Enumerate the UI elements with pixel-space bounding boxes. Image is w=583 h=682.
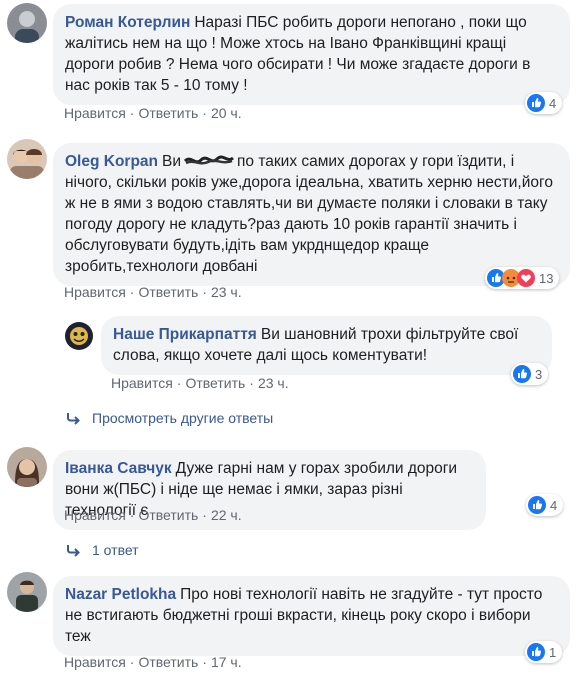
like-icon xyxy=(513,365,531,383)
comment-author[interactable]: Nazar Petlokha xyxy=(65,586,176,603)
comment-actions: Нравится · Ответить · 17 ч. xyxy=(64,654,242,670)
reply-actions: Нравится · Ответить · 23 ч. xyxy=(111,375,289,391)
comment-text-start: Ви xyxy=(162,153,182,170)
comment-text: по таких самих дорогах у гори їздити, і … xyxy=(65,153,553,275)
reply-bubble: Наше Прикарпаття Ви шановний трохи фільтр… xyxy=(101,316,552,375)
comment-bubble: Oleg Korpan Ви по таких самих дорогах у го… xyxy=(53,143,570,286)
timestamp[interactable]: 20 ч. xyxy=(211,105,242,121)
view-more-replies-link[interactable]: Просмотреть другие ответы xyxy=(66,410,273,426)
reaction-summary[interactable]: 4 xyxy=(525,92,563,114)
one-reply-label: 1 ответ xyxy=(92,542,139,558)
reply-link[interactable]: Ответить xyxy=(185,375,245,391)
avatar[interactable] xyxy=(7,447,47,487)
like-link[interactable]: Нравится xyxy=(111,375,173,391)
comment-author[interactable]: Oleg Korpan xyxy=(65,153,158,170)
timestamp[interactable]: 17 ч. xyxy=(211,654,242,670)
censor-scribble xyxy=(183,153,235,167)
reaction-summary[interactable]: 3 xyxy=(511,363,549,385)
comment-actions: Нравится · Ответить · 20 ч. xyxy=(64,105,242,121)
one-reply-link[interactable]: 1 ответ xyxy=(66,542,139,558)
like-link[interactable]: Нравится xyxy=(64,105,126,121)
reaction-summary[interactable]: 4 xyxy=(526,494,564,516)
comment-actions: Нравится · Ответить · 23 ч. xyxy=(64,284,242,300)
reaction-summary[interactable]: 1 xyxy=(525,641,563,663)
like-icon xyxy=(527,94,545,112)
comment-author[interactable]: Іванка Савчук xyxy=(65,460,172,477)
reaction-count: 3 xyxy=(535,366,543,382)
view-more-replies-label: Просмотреть другие ответы xyxy=(92,410,274,426)
avatar[interactable] xyxy=(7,572,47,612)
reply-link[interactable]: Ответить xyxy=(138,507,198,523)
like-link[interactable]: Нравится xyxy=(64,654,126,670)
reply-link[interactable]: Ответить xyxy=(138,105,198,121)
comment-actions: Нравится · Ответить · 22 ч. xyxy=(64,507,242,523)
timestamp[interactable]: 23 ч. xyxy=(211,284,242,300)
avatar[interactable] xyxy=(7,3,47,43)
reply-link[interactable]: Ответить xyxy=(138,654,198,670)
reply-arrow-icon xyxy=(66,543,82,557)
like-icon xyxy=(528,496,546,514)
reaction-count: 4 xyxy=(549,95,557,111)
reaction-count: 4 xyxy=(550,497,558,513)
comment-author[interactable]: Роман Котерлин xyxy=(65,14,190,31)
timestamp[interactable]: 23 ч. xyxy=(258,375,289,391)
timestamp[interactable]: 22 ч. xyxy=(211,507,242,523)
like-icon xyxy=(527,643,545,661)
comment-bubble: Роман Котерлин Наразі ПБС робить дороги н… xyxy=(53,4,570,105)
avatar[interactable] xyxy=(65,322,93,350)
love-icon xyxy=(517,269,535,287)
like-link[interactable]: Нравится xyxy=(64,284,126,300)
avatar[interactable] xyxy=(7,139,47,179)
comment-bubble: Nazar Petlokha Про нові технології навіть… xyxy=(53,576,570,656)
reply-arrow-icon xyxy=(66,411,82,425)
reply-link[interactable]: Ответить xyxy=(138,284,198,300)
reply-author[interactable]: Наше Прикарпаття xyxy=(113,326,257,343)
reaction-count: 1 xyxy=(549,644,557,660)
reaction-summary[interactable]: 13 xyxy=(485,267,560,289)
like-link[interactable]: Нравится xyxy=(64,507,126,523)
reaction-count: 13 xyxy=(539,270,554,286)
